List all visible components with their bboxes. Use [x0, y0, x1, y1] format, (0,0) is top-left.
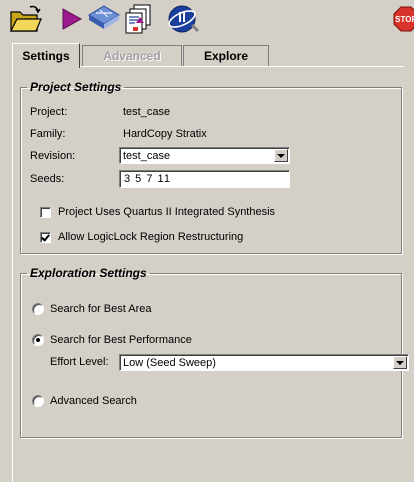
compile-icon[interactable]	[86, 3, 122, 35]
project-value: test_case	[123, 106, 171, 118]
seeds-input[interactable]: 3 5 7 11	[119, 170, 290, 188]
integrated-synthesis-checkbox[interactable]	[40, 207, 51, 218]
best-performance-label: Search for Best Performance	[50, 334, 192, 346]
quartus-ii-icon[interactable]	[166, 3, 200, 35]
run-icon[interactable]	[60, 3, 84, 35]
effort-level-label: Effort Level:	[50, 356, 109, 368]
revision-selected-value: test_case	[123, 150, 171, 162]
project-label: Project:	[30, 106, 68, 118]
exploration-settings-group: Exploration Settings	[20, 266, 402, 438]
tab-advanced[interactable]: Advanced	[82, 45, 182, 66]
project-settings-legend: Project Settings	[30, 80, 122, 94]
advanced-search-label: Advanced Search	[50, 395, 137, 407]
integrated-synthesis-label: Project Uses Quartus II Integrated Synth…	[58, 206, 276, 218]
chevron-down-icon[interactable]	[393, 356, 407, 369]
effort-level-selected-value: Low (Seed Sweep)	[123, 357, 216, 369]
family-value: HardCopy Stratix	[123, 128, 207, 140]
logiclock-checkbox[interactable]	[40, 232, 51, 243]
project-settings-group: Project Settings	[20, 80, 402, 254]
chevron-down-icon[interactable]	[274, 149, 288, 162]
revision-dropdown[interactable]: test_case	[119, 147, 290, 164]
advanced-search-radio[interactable]	[32, 395, 44, 407]
report-icon[interactable]	[124, 3, 158, 35]
effort-level-dropdown[interactable]: Low (Seed Sweep)	[119, 354, 409, 371]
seeds-label: Seeds:	[30, 173, 65, 185]
open-folder-icon[interactable]	[8, 3, 44, 35]
stop-icon[interactable]: STOP	[393, 6, 414, 32]
toolbar: STOP	[0, 0, 414, 40]
logiclock-label: Allow LogicLock Region Restructuring	[58, 231, 244, 243]
best-performance-radio[interactable]	[32, 334, 44, 346]
tab-settings[interactable]: Settings	[12, 43, 80, 68]
tab-bar: Settings Advanced Explore	[12, 43, 404, 68]
stop-label: STOP	[395, 15, 414, 24]
best-area-radio[interactable]	[32, 303, 44, 315]
best-area-label: Search for Best Area	[50, 303, 152, 315]
exploration-settings-legend: Exploration Settings	[30, 266, 147, 280]
family-label: Family:	[30, 128, 66, 140]
tab-explore[interactable]: Explore	[183, 45, 269, 66]
revision-label: Revision:	[30, 150, 76, 162]
